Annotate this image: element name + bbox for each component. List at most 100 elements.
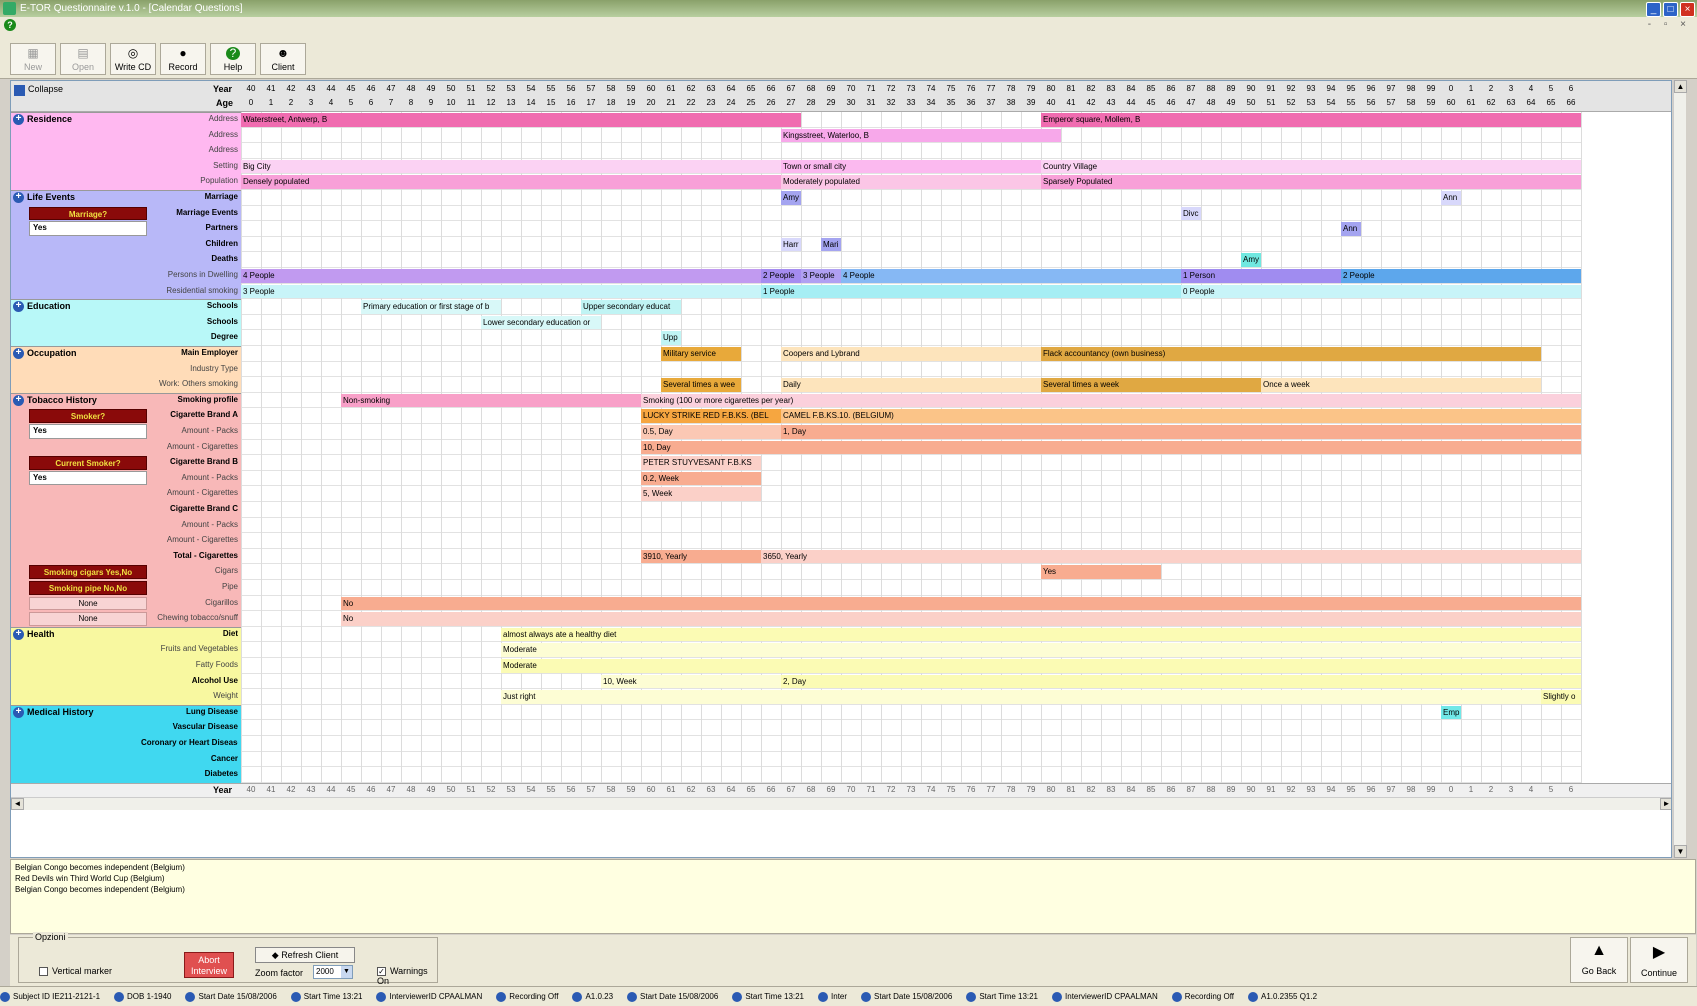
timeline-entry[interactable]: Big City — [241, 159, 781, 174]
timeline-entry[interactable]: 0.5, Day — [641, 425, 781, 439]
chevron-down-icon[interactable]: ▼ — [341, 966, 352, 978]
timeline-entry[interactable]: Ann — [1341, 222, 1361, 236]
timeline-entry[interactable]: 10, Day — [641, 440, 1581, 455]
timeline-entry[interactable]: Moderate — [501, 643, 1581, 657]
timeline-entry[interactable]: Mari — [821, 237, 841, 252]
scroll-up-icon[interactable]: ▲ — [1674, 80, 1687, 93]
timeline-entry[interactable]: Emp — [1441, 705, 1461, 720]
timeline-entry[interactable]: Non-smoking — [341, 393, 641, 408]
timeline-entry[interactable]: 3 People — [241, 284, 761, 299]
scroll-down-icon[interactable]: ▼ — [1674, 845, 1687, 858]
timeline-entry[interactable]: Upper secondary educat — [581, 300, 681, 314]
timeline-entry[interactable]: 3 People — [801, 269, 841, 283]
timeline-entry[interactable]: No — [341, 612, 1581, 626]
timeline-entry[interactable]: Smoking (100 or more cigarettes per year… — [641, 393, 1581, 408]
expand-icon[interactable]: + — [13, 192, 24, 203]
go-back-button[interactable]: ▲ Go Back — [1570, 937, 1628, 983]
horizontal-scrollbar[interactable]: ◄ ► — [11, 796, 1671, 810]
checkbox-checked-icon[interactable]: ✓ — [377, 967, 386, 977]
timeline-entry[interactable]: 1 Person — [1181, 269, 1341, 283]
abort-interview-button[interactable]: Abort Interview — [184, 952, 234, 978]
warnings-on-checkbox[interactable]: ✓ Warnings On — [377, 966, 437, 986]
grid-line — [381, 112, 382, 783]
grid-line — [561, 112, 562, 783]
timeline-entry[interactable]: Waterstreet, Antwerp, B — [241, 113, 801, 127]
question-answer-field[interactable]: Yes — [29, 221, 147, 236]
scroll-left-icon[interactable]: ◄ — [11, 797, 24, 810]
continue-button[interactable]: ▶ Continue — [1630, 937, 1688, 983]
timeline-entry[interactable]: Daily — [781, 378, 1041, 392]
timeline-entry[interactable]: Slightly o — [1541, 690, 1581, 704]
collapse-icon[interactable] — [14, 85, 25, 96]
timeline-entry[interactable]: Sparsely Populated — [1041, 175, 1581, 189]
question-answer-field[interactable]: Yes — [29, 424, 147, 439]
close-icon[interactable]: × — [1680, 2, 1695, 17]
maximize-icon[interactable]: □ — [1663, 2, 1678, 17]
open-button[interactable]: ▤ Open — [60, 43, 106, 75]
checkbox-icon[interactable] — [39, 967, 48, 977]
timeline-entry[interactable]: 0 People — [1181, 284, 1581, 299]
client-button[interactable]: ☻ Client — [260, 43, 306, 75]
scroll-right-icon[interactable]: ► — [1660, 797, 1671, 810]
mdi-controls[interactable]: - ▫ × — [1648, 19, 1691, 30]
timeline-entry[interactable]: Several times a wee — [661, 378, 741, 392]
timeline-entry[interactable]: Emperor square, Mollem, B — [1041, 113, 1581, 127]
minimize-icon[interactable]: _ — [1646, 2, 1661, 17]
timeline-entry[interactable]: 4 People — [841, 269, 1181, 283]
timeline-entry[interactable]: Moderate — [501, 659, 1581, 673]
timeline-entry[interactable]: Amy — [1241, 253, 1261, 267]
timeline-entry[interactable]: almost always ate a healthy diet — [501, 627, 1581, 642]
timeline-entry[interactable]: Several times a week — [1041, 378, 1261, 392]
toolbar-button-label: Write CD — [114, 62, 152, 72]
timeline-entry[interactable]: 2 People — [1341, 269, 1581, 283]
expand-icon[interactable]: + — [13, 114, 24, 125]
timeline-entry[interactable]: 4 People — [241, 269, 761, 283]
vertical-marker-checkbox[interactable]: Vertical marker — [39, 966, 112, 977]
record-button[interactable]: ● Record — [160, 43, 206, 75]
help-button[interactable]: ? Help — [210, 43, 256, 75]
timeline-entry[interactable]: Coopers and Lybrand — [781, 347, 1041, 361]
timeline-entry[interactable]: Yes — [1041, 565, 1161, 579]
timeline-entry[interactable]: Densely populated — [241, 175, 781, 189]
timeline-entry[interactable]: Once a week — [1261, 378, 1541, 392]
timeline-entry[interactable]: 0.2, Week — [641, 471, 761, 486]
timeline-entry[interactable]: Lower secondary education or — [481, 315, 601, 330]
timeline-entry[interactable]: Just right — [501, 690, 1541, 704]
collapse-label[interactable]: Collapse — [28, 84, 63, 94]
timeline-entry[interactable]: Moderately populated — [781, 175, 1041, 189]
write-cd-button[interactable]: ◎ Write CD — [110, 43, 156, 75]
timeline-entry[interactable]: 3650, Yearly — [761, 549, 1581, 564]
timeline-entry[interactable]: PETER STUYVESANT F.B.KS — [641, 456, 761, 470]
timeline-entry[interactable]: Town or small city — [781, 159, 1041, 174]
timeline-entry[interactable]: Military service — [661, 347, 741, 361]
timeline-entry[interactable]: CAMEL F.B.KS.10. (BELGIUM) — [781, 409, 1581, 423]
timeline-entry[interactable]: No — [341, 596, 1581, 611]
timeline-entry[interactable]: Harr — [781, 237, 801, 252]
timeline-entry[interactable]: Kingsstreet, Waterloo, B — [781, 128, 1061, 143]
timeline-entry[interactable]: Country Village — [1041, 159, 1581, 174]
help-menu-icon[interactable]: ? — [4, 19, 16, 31]
timeline-entry[interactable]: 3910, Yearly — [641, 549, 761, 564]
timeline-entry[interactable]: 1 People — [761, 284, 1181, 299]
zoom-factor-select[interactable]: 2000 ▼ — [313, 965, 353, 979]
timeline-entry[interactable]: LUCKY STRIKE RED F.B.KS. (BEL — [641, 409, 781, 423]
expand-icon[interactable]: + — [13, 394, 24, 406]
timeline-entry[interactable]: Amy — [781, 191, 801, 205]
timeline-entry[interactable]: Primary education or first stage of b — [361, 300, 501, 314]
timeline-entry[interactable]: 2 People — [761, 269, 801, 283]
question-answer-field[interactable]: Yes — [29, 470, 147, 486]
timeline-entry[interactable]: Upp — [661, 331, 681, 345]
expand-icon[interactable]: + — [13, 348, 24, 359]
timeline-entry[interactable]: Divc — [1181, 206, 1201, 221]
new-button[interactable]: ▦ New — [10, 43, 56, 75]
timeline-entry[interactable]: 1, Day — [781, 425, 1581, 439]
timeline-entry[interactable]: Flack accountancy (own business) — [1041, 347, 1541, 361]
expand-icon[interactable]: + — [13, 706, 24, 718]
timeline-entry[interactable]: 10, Week — [601, 674, 781, 689]
expand-icon[interactable]: + — [13, 628, 24, 640]
timeline-entry[interactable]: 2, Day — [781, 674, 1581, 689]
vertical-scrollbar[interactable]: ▲ ▼ — [1673, 80, 1687, 858]
timeline-entry[interactable]: 5, Week — [641, 487, 761, 501]
refresh-client-button[interactable]: ◆ Refresh Client — [255, 947, 355, 963]
timeline-entry[interactable]: Ann — [1441, 191, 1461, 205]
